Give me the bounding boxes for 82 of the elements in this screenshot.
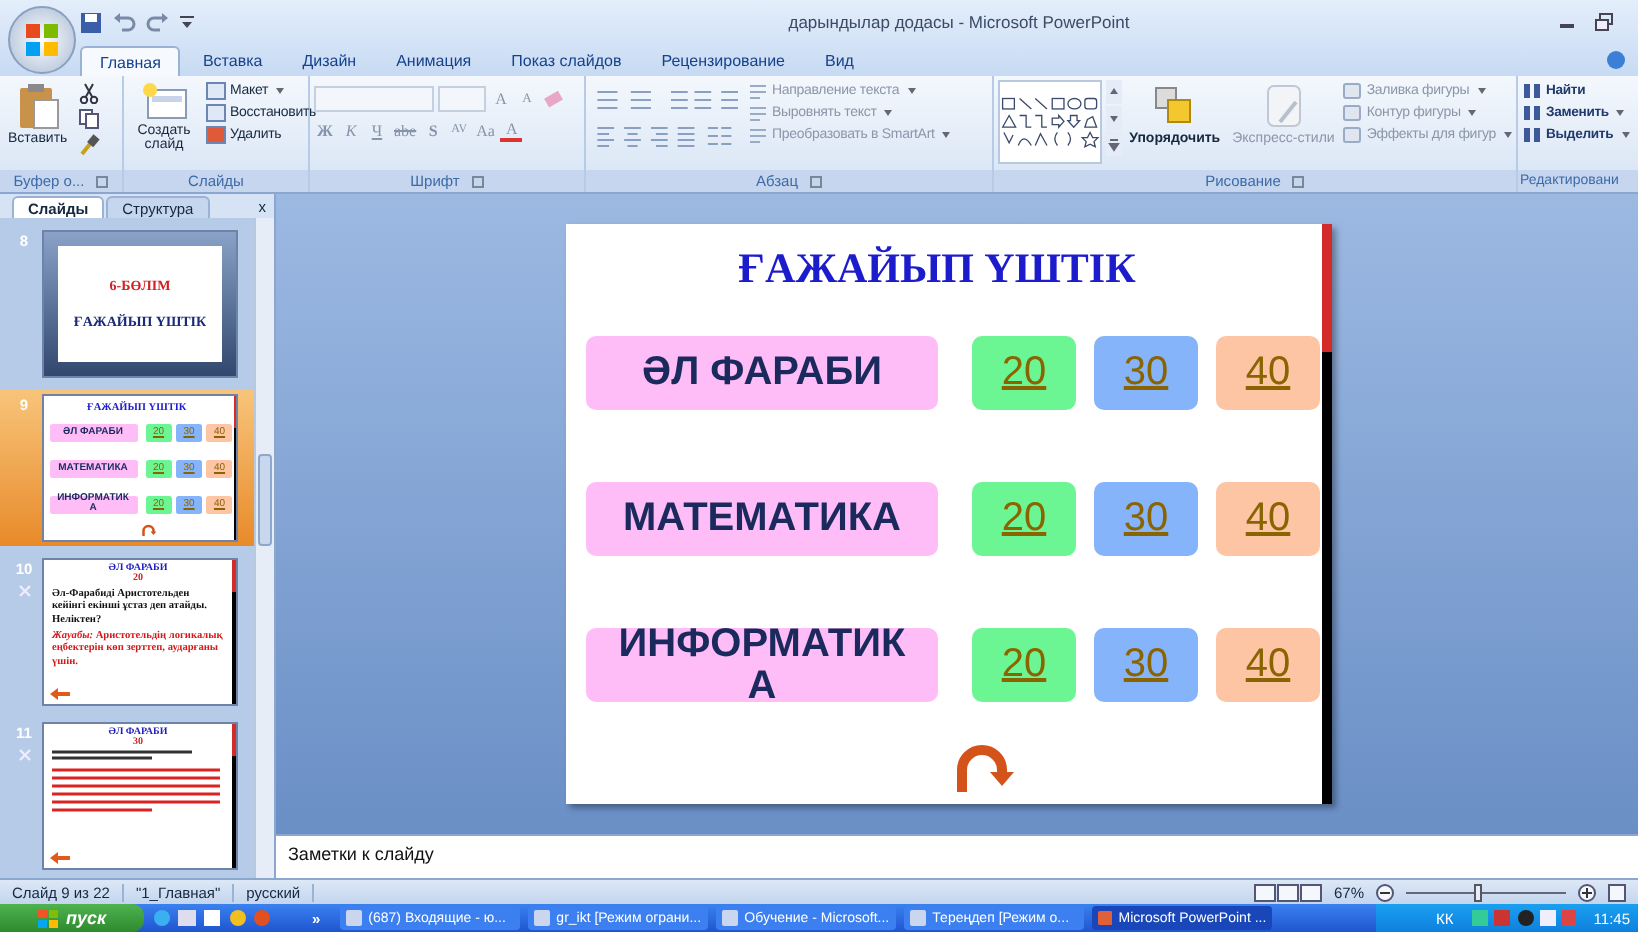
new-slide-icon	[140, 82, 188, 122]
ribbon-tab[interactable]: Показ слайдов	[493, 46, 640, 76]
format-button[interactable]: Aa	[474, 118, 497, 142]
shapes-gallery-drawing[interactable]	[998, 80, 1102, 164]
shape-format-icon	[1342, 104, 1363, 122]
text-lines-icon	[748, 104, 768, 122]
score-link[interactable]: 30	[1094, 482, 1198, 556]
ribbon-tab[interactable]: Главная	[80, 46, 181, 76]
list-buttons-icon[interactable]	[594, 88, 738, 112]
font-size-field[interactable]	[438, 86, 486, 112]
animation-icon	[17, 748, 31, 762]
format-button[interactable]: Ж	[314, 118, 336, 142]
curved-arrow-icon[interactable]	[955, 742, 1015, 794]
clipboard-icon	[15, 82, 60, 130]
shape-format-icon	[1342, 126, 1363, 144]
score-link[interactable]: 30	[1094, 628, 1198, 702]
view-buttons-icon[interactable]	[1253, 883, 1322, 901]
score-link[interactable]: 40	[1216, 482, 1320, 556]
dialog-launcher-icon[interactable]	[96, 175, 109, 187]
ribbon-tab[interactable]: Анимация	[378, 46, 490, 76]
scissors-icon[interactable]	[77, 82, 100, 104]
slider-thumb[interactable]	[1474, 883, 1482, 901]
ribbon-tab[interactable]: Дизайн	[284, 46, 375, 76]
windows-logo-icon	[37, 909, 58, 927]
window-icon	[722, 910, 739, 926]
window-icon	[534, 910, 551, 926]
save-icon[interactable]	[80, 11, 102, 33]
fit-to-window-icon[interactable]	[1608, 883, 1626, 901]
text-lines-icon	[748, 126, 768, 144]
edge-bar-decoration	[232, 560, 236, 704]
format-button[interactable]: S	[422, 118, 445, 142]
format-button[interactable]: К	[340, 118, 362, 142]
restore-icon[interactable]	[1594, 12, 1614, 32]
left-arrow-icon[interactable]	[50, 852, 70, 864]
format-button[interactable]: A	[500, 118, 523, 142]
zoom-in-icon[interactable]	[1578, 883, 1596, 901]
ribbon-tab[interactable]: Вставка	[184, 46, 281, 76]
score-link[interactable]: 30	[1094, 336, 1198, 410]
ribbon-tab[interactable]: Вид	[807, 46, 872, 76]
office-logo-icon	[24, 22, 60, 58]
category-label: МАТЕМАТИКА	[586, 482, 938, 556]
score-link[interactable]: 40	[1216, 628, 1320, 702]
window-title: дарындылар додасы - Microsoft PowerPoint	[786, 12, 1132, 32]
scroll-up-icon[interactable]	[1105, 80, 1122, 104]
dialog-launcher-icon[interactable]	[1292, 175, 1305, 187]
dialog-launcher-icon[interactable]	[810, 175, 823, 187]
window-icon	[910, 910, 927, 926]
shape-format-icon	[1342, 82, 1363, 100]
curved-arrow-icon[interactable]	[141, 523, 157, 536]
customize-toolbar-icon[interactable]	[180, 14, 194, 30]
slide-title: ҒАЖАЙЫП ҮШТІК	[738, 244, 1136, 294]
edge-bar-decoration	[232, 724, 236, 868]
animation-icon	[17, 584, 31, 598]
help-icon[interactable]	[1606, 50, 1626, 70]
scrollbar[interactable]	[254, 218, 274, 878]
notes-field[interactable]: Заметки к слайду	[276, 834, 1638, 878]
edge-bar-decoration	[233, 396, 236, 540]
tray-icons[interactable]	[1469, 908, 1578, 928]
left-arrow-icon[interactable]	[50, 688, 70, 700]
office-button[interactable]	[8, 6, 76, 74]
score-link[interactable]: 20	[972, 482, 1076, 556]
font-size-button[interactable]: A	[490, 87, 512, 111]
window-icon	[346, 910, 363, 926]
score-link[interactable]: 20	[972, 336, 1076, 410]
ribbon-tab[interactable]: Рецензирование	[643, 46, 803, 76]
quick-launch-icons[interactable]	[152, 908, 276, 928]
format-button[interactable]: Ч	[366, 118, 388, 142]
format-button[interactable]: abe	[392, 118, 419, 142]
copy-icon[interactable]	[77, 108, 100, 130]
category-label: ИНФОРМАТИКА	[586, 628, 938, 702]
start-button[interactable]: пуск	[0, 904, 144, 932]
paintbrush-icon[interactable]	[77, 134, 100, 156]
dialog-launcher-icon[interactable]	[471, 175, 484, 187]
score-link[interactable]: 40	[1216, 336, 1320, 410]
zoom-out-icon[interactable]	[1376, 883, 1394, 901]
score-link[interactable]: 20	[972, 628, 1076, 702]
redo-icon[interactable]	[146, 11, 170, 33]
window-icon	[1098, 910, 1113, 926]
font-name-field[interactable]	[314, 86, 434, 112]
text-lines-icon	[748, 82, 768, 100]
undo-icon[interactable]	[112, 11, 136, 33]
category-label: ӘЛ ФАРАБИ	[586, 336, 938, 410]
